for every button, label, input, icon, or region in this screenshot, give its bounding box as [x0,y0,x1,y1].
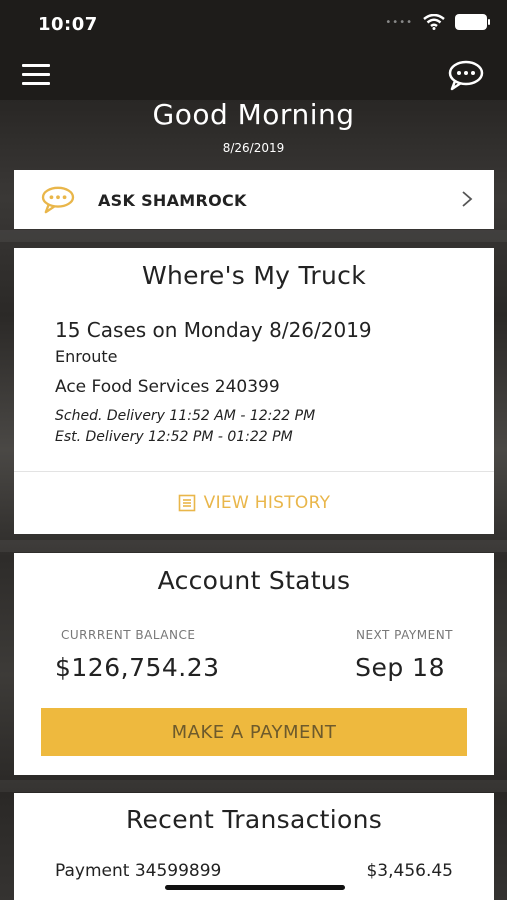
wifi-icon [423,14,445,30]
greeting: Good Morning [152,98,355,131]
status-bar: 10:07 •••• [0,0,507,50]
transactions-card: Recent Transactions Payment 34599899 $3,… [14,793,494,900]
next-payment-label: NEXT PAYMENT [355,628,453,642]
transaction-label: Payment 34599899 [55,861,222,881]
transaction-amount: $3,456.45 [366,861,453,881]
greeting-date: 8/26/2019 [222,141,285,155]
balance-label: CURRRENT BALANCE [61,628,196,642]
home-indicator [165,885,345,890]
history-icon [178,494,195,512]
account-title: Account Status [157,566,351,595]
chat-icon [41,186,75,214]
truck-customer: Ace Food Services 240399 [55,377,280,397]
estimated-delivery: Est. Delivery 12:52 PM - 01:22 PM [55,429,293,445]
chat-icon[interactable] [447,59,485,91]
account-card: Account Status CURRRENT BALANCE NEXT PAY… [14,553,494,775]
nav-bar [0,50,507,100]
scheduled-delivery: Sched. Delivery 11:52 AM - 12:22 PM [55,408,316,424]
ask-shamrock-label: ASK SHAMROCK [98,191,247,210]
make-payment-button[interactable]: MAKE A PAYMENT [41,708,467,756]
battery-icon [455,14,490,30]
view-history-label: VIEW HISTORY [203,493,331,513]
truck-status: Enroute [55,347,118,366]
menu-icon[interactable] [22,64,50,86]
truck-cases: 15 Cases on Monday 8/26/2019 [55,318,372,342]
transactions-title: Recent Transactions [125,805,383,834]
chevron-right-icon [462,191,473,207]
signal-icon: •••• [385,16,413,28]
status-time: 10:07 [38,14,98,35]
balance-value: $126,754.23 [55,653,220,682]
ask-shamrock-card[interactable]: ASK SHAMROCK [14,170,494,229]
next-payment-value: Sep 18 [355,653,445,682]
truck-card: Where's My Truck 15 Cases on Monday 8/26… [14,248,494,534]
status-icons: •••• [385,14,490,30]
truck-title: Where's My Truck [142,261,366,290]
transaction-row[interactable]: Payment 34599899 $3,456.45 [55,861,453,881]
view-history-button[interactable]: VIEW HISTORY [14,472,494,534]
